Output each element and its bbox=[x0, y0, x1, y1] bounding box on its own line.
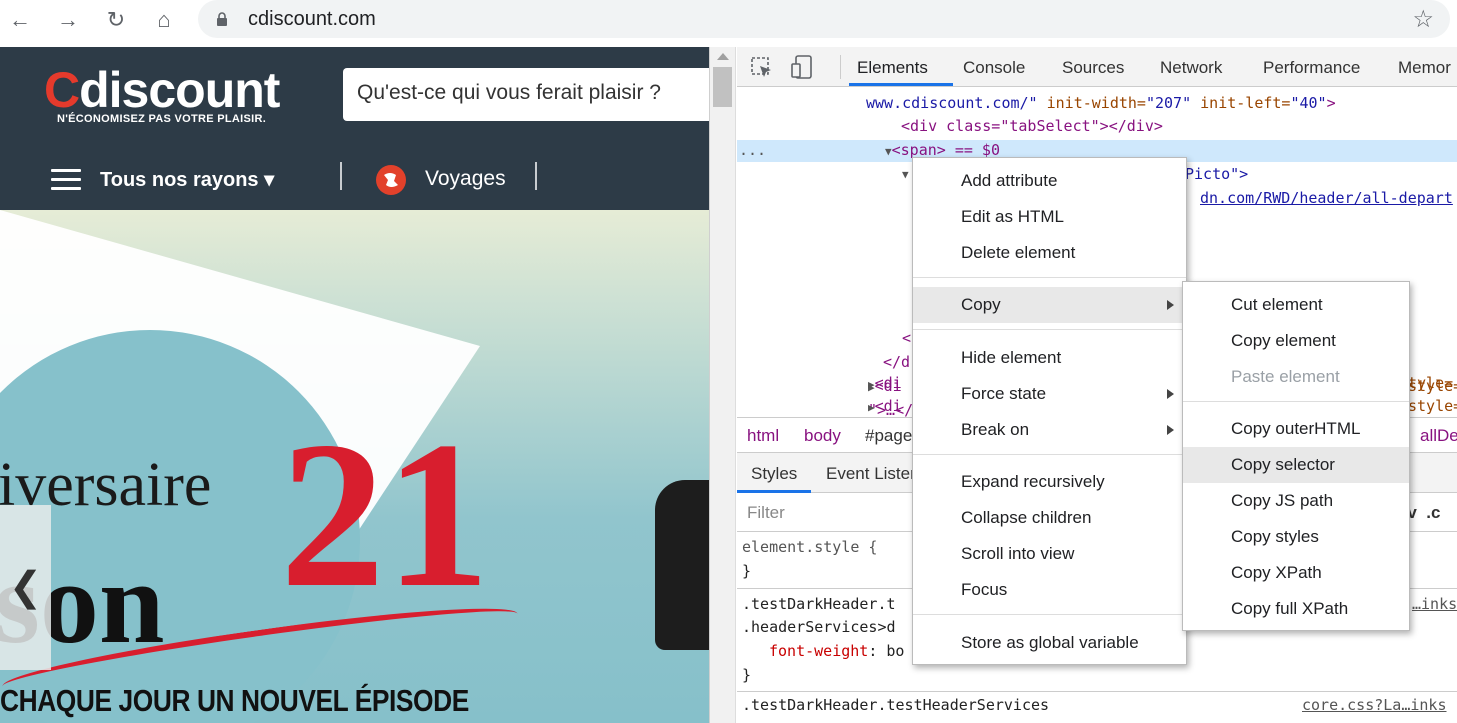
node-options-dots[interactable]: ... bbox=[739, 139, 766, 163]
tab-console[interactable]: Console bbox=[963, 58, 1025, 78]
tab-memory[interactable]: Memor bbox=[1398, 58, 1451, 78]
tab-divider bbox=[840, 55, 841, 79]
menu-separator bbox=[913, 277, 1186, 278]
banner-21-text: 21 bbox=[280, 399, 490, 631]
tagline: N'ÉCONOMISEZ PAS VOTRE PLAISIR. bbox=[57, 113, 267, 125]
dom-node-line[interactable]: ▶<di bbox=[868, 395, 902, 420]
menu-item-copy-js-path[interactable]: Copy JS path bbox=[1183, 483, 1409, 519]
carousel-prev-button[interactable]: ❮ bbox=[0, 505, 51, 670]
webpage: Cdiscount N'ÉCONOMISEZ PAS VOTRE PLAISIR… bbox=[0, 47, 709, 723]
context-menu: Add attribute Edit as HTML Delete elemen… bbox=[912, 157, 1187, 665]
breadcrumb-item[interactable]: body bbox=[804, 426, 841, 446]
inspect-element-icon[interactable] bbox=[751, 57, 773, 79]
voyages-link[interactable]: Voyages bbox=[425, 167, 506, 191]
hamburger-menu-icon[interactable] bbox=[51, 169, 81, 191]
dom-node-line[interactable]: Picto"> bbox=[1185, 163, 1248, 187]
dom-attribute: tyle= bbox=[1408, 374, 1454, 392]
submenu-arrow-icon bbox=[1167, 389, 1174, 399]
active-tab-indicator bbox=[849, 83, 953, 86]
rule-divider bbox=[737, 691, 1457, 692]
menu-item-delete-element[interactable]: Delete element bbox=[913, 235, 1186, 271]
cdiscount-logo[interactable]: Cdiscount bbox=[44, 61, 280, 119]
breadcrumb-item[interactable]: html bbox=[747, 426, 779, 446]
menu-item-expand-recursively[interactable]: Expand recursively bbox=[913, 464, 1186, 500]
reload-icon[interactable]: ↻ bbox=[102, 6, 130, 34]
style-property[interactable]: font-weight: bo bbox=[769, 640, 904, 664]
url-text[interactable]: cdiscount.com bbox=[248, 8, 376, 31]
promo-banner[interactable]: iversaire son 21 CHAQUE JOUR UN NOUVEL É… bbox=[0, 210, 709, 723]
menu-item-collapse-children[interactable]: Collapse children bbox=[913, 500, 1186, 536]
stroller-image bbox=[655, 480, 709, 650]
menu-item-add-attribute[interactable]: Add attribute bbox=[913, 163, 1186, 199]
submenu-arrow-icon bbox=[1167, 425, 1174, 435]
active-tab-indicator bbox=[737, 490, 811, 493]
menu-item-break-on[interactable]: Break on bbox=[913, 412, 1186, 448]
dom-attribute-link[interactable]: dn.com/RWD/header/all-depart bbox=[1200, 187, 1453, 211]
tab-event-listeners[interactable]: Event Listen bbox=[826, 464, 920, 484]
style-rule-brace: } bbox=[742, 562, 752, 580]
stylesheet-link[interactable]: core.css?La…inks bbox=[1302, 694, 1447, 718]
menu-item-paste-element: Paste element bbox=[1231, 367, 1340, 386]
scrollbar-thumb[interactable] bbox=[713, 67, 732, 107]
menu-item-copy-selector[interactable]: Copy selector bbox=[1183, 447, 1409, 483]
home-icon[interactable]: ⌂ bbox=[150, 6, 178, 34]
menu-item-edit-as-html[interactable]: Edit as HTML bbox=[913, 199, 1186, 235]
nav-divider bbox=[340, 162, 342, 190]
forward-icon[interactable]: → bbox=[54, 6, 82, 34]
menu-item-copy-xpath[interactable]: Copy XPath bbox=[1183, 555, 1409, 591]
stylesheet-link[interactable]: …inks bbox=[1412, 593, 1457, 617]
device-toolbar-icon[interactable] bbox=[791, 55, 813, 79]
menu-item-copy[interactable]: Copy bbox=[913, 287, 1186, 323]
style-rule-selector: .testDarkHeader.testHeaderServices bbox=[742, 696, 1050, 714]
dom-node-line[interactable]: < bbox=[902, 327, 911, 351]
style-rule-selector: .testDarkHeader.t bbox=[742, 595, 896, 613]
lock-icon bbox=[217, 12, 227, 26]
menu-separator bbox=[913, 454, 1186, 455]
menu-item-focus[interactable]: Focus bbox=[913, 572, 1186, 608]
breadcrumb-item[interactable]: allDep bbox=[1420, 426, 1457, 446]
tab-sources[interactable]: Sources bbox=[1062, 58, 1124, 78]
dom-node-line[interactable]: <div class="tabSelect"></div> bbox=[901, 115, 1163, 139]
dom-attribute: style= bbox=[1408, 397, 1457, 415]
tab-network[interactable]: Network bbox=[1160, 58, 1222, 78]
tab-styles[interactable]: Styles bbox=[751, 464, 797, 484]
tab-elements[interactable]: Elements bbox=[857, 58, 928, 78]
breadcrumb-item[interactable]: #page bbox=[865, 426, 912, 446]
filter-input[interactable]: Filter bbox=[747, 503, 785, 523]
bookmark-star-icon[interactable]: ☆ bbox=[1412, 5, 1434, 34]
globe-icon bbox=[376, 165, 406, 195]
menu-item-hide-element[interactable]: Hide element bbox=[913, 340, 1186, 376]
expand-triangle-icon[interactable]: ▼ bbox=[902, 163, 909, 187]
scroll-up-icon[interactable] bbox=[717, 53, 729, 60]
dom-node-line[interactable]: www.cdiscount.com/" init-width="207" ini… bbox=[866, 92, 1336, 116]
submenu-arrow-icon bbox=[1167, 300, 1174, 310]
devtools-tab-bar: Elements Console Sources Network Perform… bbox=[737, 47, 1457, 87]
style-rule-selector: .headerServices>d bbox=[742, 618, 896, 636]
site-header: Cdiscount N'ÉCONOMISEZ PAS VOTRE PLAISIR… bbox=[0, 47, 709, 210]
nav-divider bbox=[535, 162, 537, 190]
style-rule-brace: } bbox=[742, 666, 752, 684]
all-departments-link[interactable]: Tous nos rayons ▾ bbox=[100, 167, 274, 192]
menu-separator bbox=[1183, 401, 1409, 402]
menu-item-force-state[interactable]: Force state bbox=[913, 376, 1186, 412]
tab-performance[interactable]: Performance bbox=[1263, 58, 1360, 78]
menu-item-copy-element[interactable]: Copy element bbox=[1183, 323, 1409, 359]
menu-item-copy-outerhtml[interactable]: Copy outerHTML bbox=[1183, 411, 1409, 447]
copy-submenu: Cut element Copy element Paste element C… bbox=[1182, 281, 1410, 631]
banner-episode-text: CHAQUE JOUR UN NOUVEL ÉPISODE bbox=[0, 683, 469, 718]
page-scrollbar[interactable] bbox=[710, 47, 736, 723]
menu-separator bbox=[913, 614, 1186, 615]
menu-item-copy-styles[interactable]: Copy styles bbox=[1183, 519, 1409, 555]
menu-item-cut-element[interactable]: Cut element bbox=[1183, 287, 1409, 323]
browser-toolbar: ← → ↻ ⌂ cdiscount.com ☆ bbox=[0, 0, 1457, 40]
dom-node-line[interactable]: ▶<di bbox=[868, 372, 902, 397]
search-input[interactable]: Qu'est-ce qui vous ferait plaisir ? bbox=[343, 68, 709, 121]
menu-item-scroll-into-view[interactable]: Scroll into view bbox=[913, 536, 1186, 572]
style-rule-selector: element.style { bbox=[742, 538, 878, 556]
address-bar[interactable]: cdiscount.com ☆ bbox=[198, 0, 1450, 38]
menu-item-copy-full-xpath[interactable]: Copy full XPath bbox=[1183, 591, 1409, 627]
menu-item-store-as-global-variable[interactable]: Store as global variable bbox=[913, 625, 1186, 661]
menu-separator bbox=[913, 329, 1186, 330]
back-icon[interactable]: ← bbox=[6, 6, 34, 34]
